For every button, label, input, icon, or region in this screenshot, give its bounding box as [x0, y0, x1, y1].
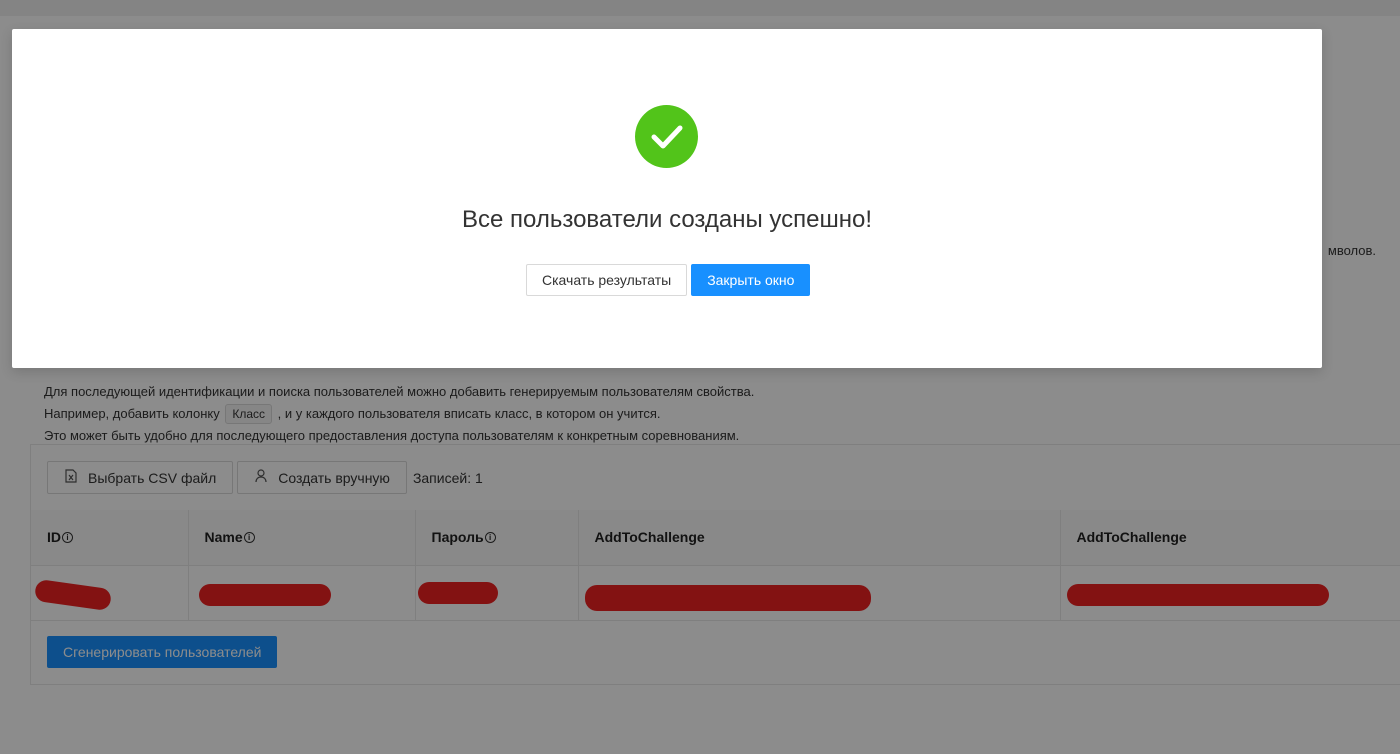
download-results-button[interactable]: Скачать результаты — [526, 264, 688, 296]
check-circle-icon — [635, 105, 698, 168]
modal-actions: Скачать результаты Закрыть окно — [526, 264, 811, 296]
close-window-button[interactable]: Закрыть окно — [691, 264, 811, 296]
modal-title: Все пользователи созданы успешно! — [461, 206, 873, 233]
success-modal: Все пользователи созданы успешно! Скачат… — [12, 29, 1322, 368]
